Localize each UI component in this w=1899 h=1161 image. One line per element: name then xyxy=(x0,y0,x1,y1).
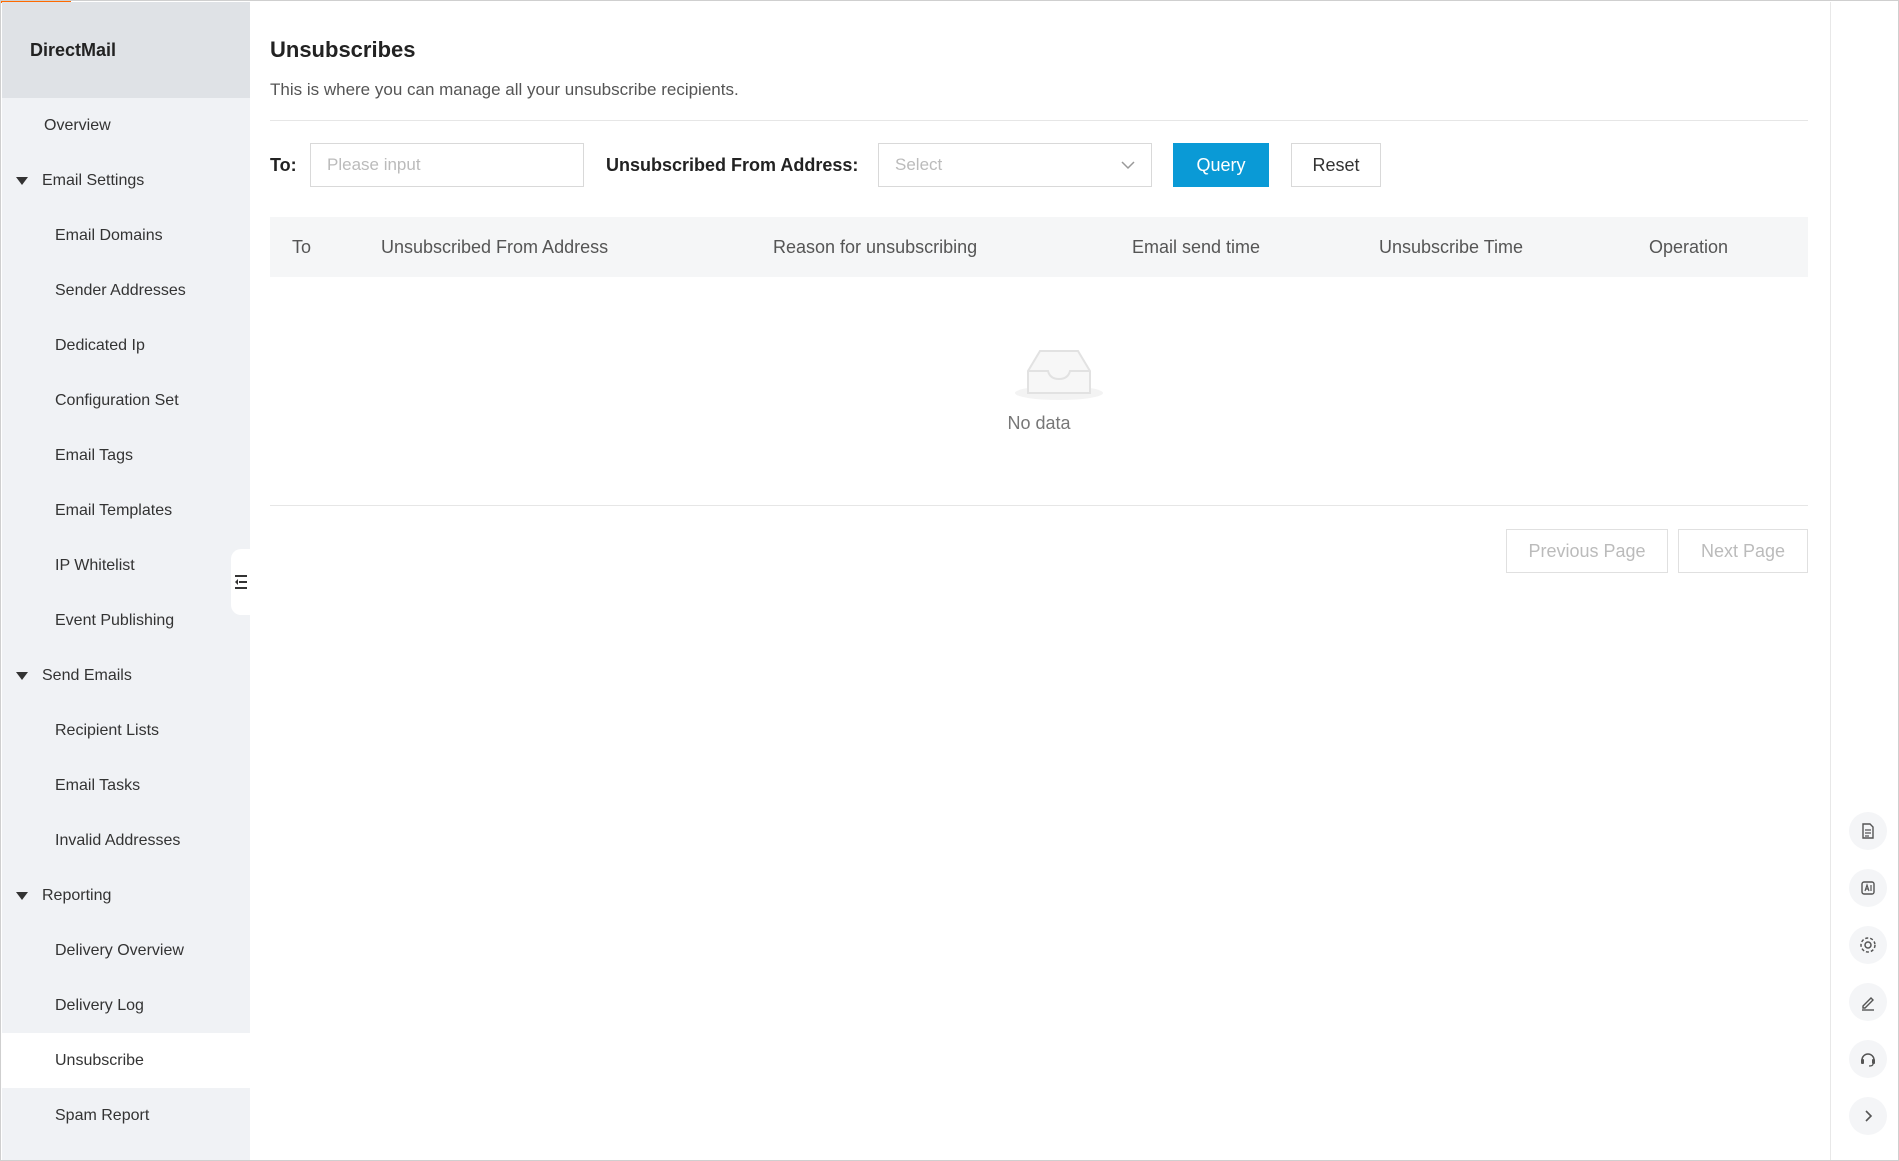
previous-page-button[interactable]: Previous Page xyxy=(1506,529,1668,573)
caret-down-icon xyxy=(16,176,28,185)
column-header-reason: Reason for unsubscribing xyxy=(773,237,978,257)
sidebar-item-recipient-lists[interactable]: Recipient Lists xyxy=(2,703,250,758)
headset-icon[interactable] xyxy=(1849,1040,1887,1078)
sidebar-item-sender-addresses[interactable]: Sender Addresses xyxy=(2,263,250,318)
sidebar-item-label: Dedicated Ip xyxy=(55,336,145,354)
column-header-to: To xyxy=(292,237,312,257)
sidebar-item-label: Overview xyxy=(44,116,111,134)
sidebar-group-email-settings[interactable]: Email Settings xyxy=(2,153,250,208)
divider xyxy=(270,505,1808,506)
sidebar-group-label: Send Emails xyxy=(42,666,132,684)
sidebar-item-delivery-overview[interactable]: Delivery Overview xyxy=(2,923,250,978)
empty-state-text: No data xyxy=(1007,413,1071,433)
sidebar-item-label: IP Whitelist xyxy=(55,556,135,574)
app-window: DirectMail Overview Email Settings Email… xyxy=(0,0,1899,1161)
settings-icon[interactable] xyxy=(1849,926,1887,964)
column-header-send-time: Email send time xyxy=(1132,237,1261,257)
sidebar-item-label: Unsubscribe xyxy=(55,1051,144,1069)
sidebar-item-overview[interactable]: Overview xyxy=(2,98,250,153)
sidebar-item-label: Email Tasks xyxy=(55,776,141,794)
divider xyxy=(270,120,1808,121)
chevron-right-icon[interactable] xyxy=(1849,1097,1887,1135)
sidebar-collapse-toggle[interactable] xyxy=(231,549,251,615)
sidebar-item-label: Invalid Addresses xyxy=(55,831,181,849)
sidebar-item-label: Configuration Set xyxy=(55,391,179,409)
next-page-button[interactable]: Next Page xyxy=(1678,529,1808,573)
sidebar-item-unsubscribe[interactable]: Unsubscribe xyxy=(2,1033,250,1088)
sidebar-item-dedicated-ip[interactable]: Dedicated Ip xyxy=(2,318,250,373)
sidebar-item-label: Sender Addresses xyxy=(55,281,186,299)
empty-inbox-icon xyxy=(1015,350,1103,400)
sidebar-item-label: Email Templates xyxy=(55,501,173,519)
sidebar-item-label: Email Domains xyxy=(55,226,163,244)
sidebar-group-label: Reporting xyxy=(42,886,112,904)
brand-title: DirectMail xyxy=(2,2,250,98)
sidebar-item-label: Event Publishing xyxy=(55,611,175,629)
from-address-select[interactable]: Select xyxy=(878,143,1152,187)
right-toolbar xyxy=(1830,2,1898,1160)
from-address-label: Unsubscribed From Address: xyxy=(606,155,859,175)
sidebar-item-configuration-set[interactable]: Configuration Set xyxy=(2,373,250,428)
edit-icon[interactable] xyxy=(1849,983,1887,1021)
main-content: Unsubscribes This is where you can manag… xyxy=(250,2,1830,1160)
table-header: To Unsubscribed From Address Reason for … xyxy=(270,217,1808,277)
sidebar-item-label: Recipient Lists xyxy=(55,721,160,739)
reset-button[interactable]: Reset xyxy=(1291,143,1381,187)
to-label: To: xyxy=(270,155,297,175)
empty-state: No data xyxy=(270,277,1808,505)
caret-down-icon xyxy=(16,891,28,900)
sidebar-item-email-domains[interactable]: Email Domains xyxy=(2,208,250,263)
page-description: This is where you can manage all your un… xyxy=(270,80,739,99)
caret-down-icon xyxy=(16,671,28,680)
page-title: Unsubscribes xyxy=(270,37,416,62)
sidebar-group-send-emails[interactable]: Send Emails xyxy=(2,648,250,703)
chevron-down-icon xyxy=(1121,160,1135,169)
sidebar: DirectMail Overview Email Settings Email… xyxy=(2,2,250,1160)
sidebar-group-reporting[interactable]: Reporting xyxy=(2,868,250,923)
to-input[interactable] xyxy=(310,143,584,187)
sidebar-item-email-templates[interactable]: Email Templates xyxy=(2,483,250,538)
sidebar-item-spam-report[interactable]: Spam Report xyxy=(2,1088,250,1143)
sidebar-item-event-publishing[interactable]: Event Publishing xyxy=(2,593,250,648)
column-header-from-address: Unsubscribed From Address xyxy=(381,237,609,257)
sidebar-group-label: Email Settings xyxy=(42,171,145,189)
column-header-operation: Operation xyxy=(1649,237,1729,257)
sidebar-item-label: Spam Report xyxy=(55,1106,150,1124)
sidebar-item-label: Delivery Overview xyxy=(55,941,184,959)
sidebar-item-email-tags[interactable]: Email Tags xyxy=(2,428,250,483)
collapse-menu-icon xyxy=(235,575,247,589)
document-icon[interactable] xyxy=(1849,812,1887,850)
sidebar-item-label: Delivery Log xyxy=(55,996,144,1014)
column-header-unsubscribe-time: Unsubscribe Time xyxy=(1379,237,1524,257)
api-icon[interactable] xyxy=(1849,869,1887,907)
query-button[interactable]: Query xyxy=(1173,143,1269,187)
sidebar-item-ip-whitelist[interactable]: IP Whitelist xyxy=(2,538,250,593)
sidebar-item-delivery-log[interactable]: Delivery Log xyxy=(2,978,250,1033)
select-placeholder: Select xyxy=(895,155,943,174)
sidebar-item-invalid-addresses[interactable]: Invalid Addresses xyxy=(2,813,250,868)
sidebar-item-label: Email Tags xyxy=(55,446,133,464)
sidebar-item-email-tasks[interactable]: Email Tasks xyxy=(2,758,250,813)
